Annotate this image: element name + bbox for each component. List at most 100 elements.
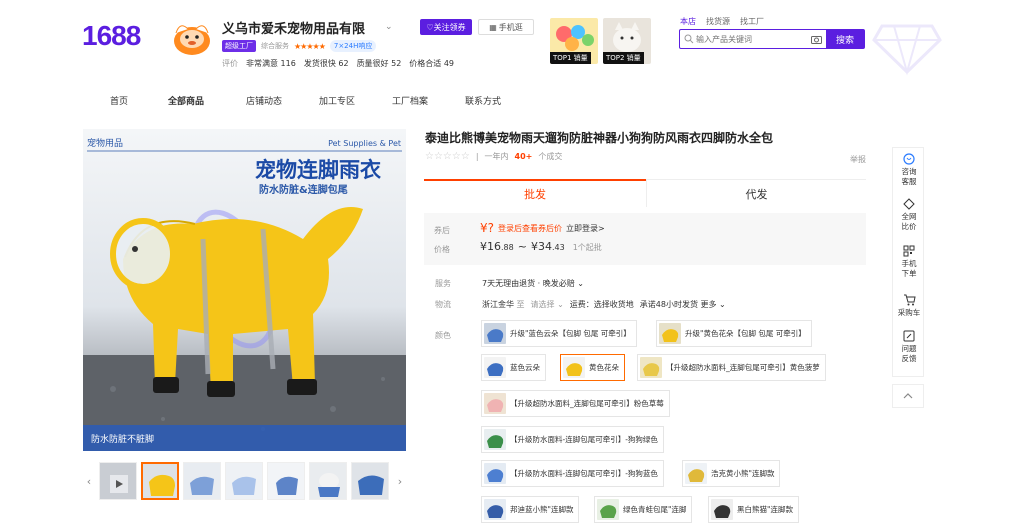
sidebar-consult[interactable]: 咨询 客服 — [893, 153, 925, 187]
swatch-image — [640, 357, 662, 378]
chevron-left-icon[interactable]: ‹ — [83, 460, 95, 502]
top-product-1[interactable]: TOP1 销量 — [550, 18, 598, 64]
gallery-category-en: Pet Supplies & Pet — [328, 139, 401, 148]
shop-name[interactable]: 义乌市爱禾宠物用品有限 — [222, 18, 365, 37]
search-tab-store[interactable]: 本店 — [680, 16, 696, 27]
compare-icon — [903, 198, 915, 210]
shop-avatar[interactable] — [170, 17, 214, 57]
gallery-headline: 宠物连脚雨衣 — [255, 158, 381, 182]
swatch-image — [484, 429, 506, 450]
nav-factory-profile[interactable]: 工厂档案 — [392, 94, 465, 107]
search-input[interactable] — [680, 34, 806, 44]
login-link[interactable]: 立即登录> — [566, 223, 605, 234]
report-link[interactable]: 举报 — [850, 154, 866, 165]
swatch-image — [484, 499, 506, 520]
back-to-top-button[interactable] — [892, 384, 924, 408]
shipping-promise[interactable]: 承诺48小时发货 更多 ⌄ — [640, 299, 726, 310]
thumbnail[interactable] — [309, 462, 347, 500]
tab-dropship[interactable]: 代发 — [646, 179, 866, 207]
tab-wholesale[interactable]: 批发 — [424, 179, 646, 207]
search-tab-factory[interactable]: 找工厂 — [740, 16, 764, 27]
qr-icon — [903, 245, 915, 257]
swatch-image — [484, 463, 506, 484]
swatch-image — [484, 323, 506, 344]
sidebar-cart[interactable]: 采购车 — [893, 294, 925, 318]
factory-badge: 超级工厂 — [222, 40, 256, 52]
nav-home[interactable]: 首页 — [110, 94, 168, 107]
color-option[interactable]: 浩克黄小熊"连脚款 — [682, 460, 781, 487]
color-option[interactable]: 黑白熊猫"连脚款 — [708, 496, 799, 523]
color-option[interactable]: 升级"黄色花朵【包脚 包尾 可牵引】 — [656, 320, 812, 347]
swatch-image — [563, 357, 585, 378]
freight[interactable]: 运费：选择收货地 — [570, 299, 634, 310]
search-icon — [684, 34, 694, 44]
destination-select[interactable]: 请选择 ⌄ — [531, 299, 564, 310]
nav-processing[interactable]: 加工专区 — [319, 94, 392, 107]
logistics-label: 物流 — [435, 300, 451, 309]
price-high: ¥34.43 — [530, 240, 565, 253]
top-product-2[interactable]: TOP2 销量 — [603, 18, 651, 64]
swatch-image — [484, 357, 506, 378]
sidebar-label: 全网 比价 — [901, 212, 917, 231]
thumbnail[interactable] — [225, 462, 263, 500]
color-option-selected[interactable]: 黄色花朵 — [560, 354, 625, 381]
color-option[interactable]: 邦迪蓝小熊"连脚款 — [481, 496, 580, 523]
product-title: 泰迪比熊博美宠物雨天遛狗防脏神器小狗狗防风雨衣四脚防水全包 — [425, 131, 774, 145]
color-option[interactable]: 蓝色云朵 — [481, 354, 546, 381]
purchase-mode-tabs: 批发 代发 — [424, 179, 866, 207]
sidebar-mobile-order[interactable]: 手机 下单 — [893, 245, 925, 279]
search-bar: 搜索 — [679, 29, 865, 49]
thumbnail[interactable] — [99, 462, 137, 500]
nav-all-products[interactable]: 全部商品 — [168, 94, 246, 107]
metric-item: 非常满意 116 — [246, 59, 296, 68]
color-option[interactable]: 【升级防水面料-连脚包尾可牵引】-狗狗蓝色 — [481, 460, 664, 487]
swatch-image — [659, 323, 681, 344]
sidebar-feedback[interactable]: 问题 反馈 — [893, 330, 925, 364]
site-logo[interactable]: 1688 — [82, 20, 141, 52]
price-range: ¥16.88 ~ ¥34.43 1个起批 — [480, 240, 602, 253]
color-option[interactable]: 【升级超防水面料_连脚包尾可牵引】粉色草莓 — [481, 390, 670, 417]
rating-row: ☆☆☆☆☆ | 一年内 40+ 个成交 — [425, 151, 562, 162]
nav-store-news[interactable]: 店铺动态 — [246, 94, 319, 107]
chevron-right-icon[interactable]: › — [394, 460, 406, 502]
main-product-image[interactable]: 宠物用品 Pet Supplies & Pet 宠物连脚雨衣 防水防脏&连脚包尾… — [83, 129, 406, 451]
coupon-link[interactable]: 登录后查看券后价 — [498, 223, 562, 234]
gem-decoration-icon — [872, 24, 942, 76]
color-option[interactable]: 绿色青蛙包尾"连脚 — [594, 496, 693, 523]
top-rank-tag: TOP1 销量 — [550, 52, 591, 64]
coupon-row: ¥? 登录后查看券后价 立即登录> — [480, 221, 605, 235]
nav-contact[interactable]: 联系方式 — [465, 94, 525, 107]
service-label: 服务 — [435, 279, 451, 288]
search-tab-source[interactable]: 找货源 — [706, 16, 730, 27]
thumbnail[interactable] — [351, 462, 389, 500]
qr-icon: ▦ — [489, 22, 497, 32]
follow-button[interactable]: ♡ 关注领券 — [420, 19, 472, 35]
service-value[interactable]: 7天无理由退货 · 晚发必赔 ⌄ — [482, 278, 584, 289]
color-option[interactable]: 【升级超防水面料_连脚包尾可牵引】黄色菠萝 — [637, 354, 826, 381]
service-stars: ★★★★★ — [294, 41, 326, 51]
chevron-down-icon[interactable]: ⌄ — [385, 22, 393, 32]
mobile-browse-button[interactable]: ▦ 手机逛 — [478, 19, 534, 35]
price-low: ¥16.88 — [480, 240, 514, 253]
sold-count: 40+ — [514, 152, 533, 161]
price-separator: ~ — [517, 240, 527, 253]
metrics-label: 评价 — [222, 59, 238, 68]
thumbnail[interactable] — [267, 462, 305, 500]
thumbnail[interactable] — [183, 462, 221, 500]
metric-item: 质量很好 52 — [356, 59, 402, 68]
heart-icon: ♡ — [426, 22, 434, 32]
search-button[interactable]: 搜索 — [826, 30, 864, 48]
swatch-image — [685, 463, 707, 484]
top-rank-tag: TOP2 销量 — [603, 52, 644, 64]
color-option[interactable]: 升级"蓝色云朵【包脚 包尾 可牵引】 — [481, 320, 637, 347]
cart-icon — [903, 294, 916, 306]
feedback-icon — [903, 330, 915, 342]
color-option[interactable]: 【升级防水面料-连脚包尾可牵引】-狗狗绿色 — [481, 426, 664, 453]
camera-icon[interactable] — [806, 35, 826, 44]
sidebar-compare[interactable]: 全网 比价 — [893, 198, 925, 232]
chevron-up-icon — [903, 393, 913, 399]
price-label: 价格 — [434, 245, 450, 254]
metric-item: 价格合适 49 — [409, 59, 455, 68]
swatch-image — [484, 393, 506, 414]
thumbnail-selected[interactable] — [141, 462, 179, 500]
